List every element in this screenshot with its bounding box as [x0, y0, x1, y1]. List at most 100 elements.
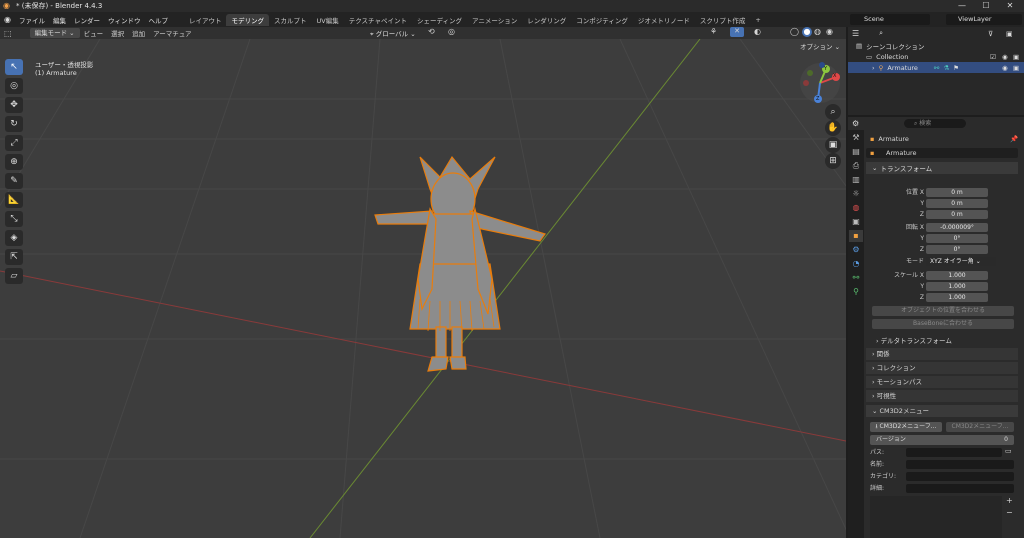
scene-collection-row[interactable]: ▤ シーンコレクション	[848, 40, 1024, 51]
tab-layout[interactable]: レイアウト	[184, 14, 227, 26]
menu-file[interactable]: ファイル	[15, 15, 49, 25]
tab-shading[interactable]: シェーディング	[412, 14, 467, 26]
delta-transform-header[interactable]: › デルタトランスフォーム	[876, 335, 952, 345]
filter-icon[interactable]: ⊽	[988, 30, 993, 38]
new-collection-icon[interactable]: ▣	[1006, 30, 1013, 38]
list-box[interactable]	[870, 496, 1002, 538]
menu-add[interactable]: 追加	[128, 28, 149, 38]
render-tab-icon[interactable]: ▤	[849, 146, 863, 158]
align-basebone-button[interactable]: BaseBoneに合わせる	[872, 319, 1014, 329]
cm3d2-export-button[interactable]: CM3D2メニューフ...	[946, 422, 1014, 432]
shear-tool-icon[interactable]: ▱	[5, 268, 23, 284]
cm3d2-import-button[interactable]: ⭳ CM3D2メニューフ...	[870, 422, 942, 432]
pan-hand-icon[interactable]: ✋	[825, 120, 841, 136]
data-tab-icon[interactable]: ⚲	[849, 286, 863, 298]
remove-item-icon[interactable]: −	[1006, 508, 1013, 517]
scale-y-field[interactable]: 1.000	[926, 282, 988, 291]
scale-z-field[interactable]: 1.000	[926, 293, 988, 302]
rotation-x-field[interactable]: -0.000009°	[926, 223, 988, 232]
object-tab-icon[interactable]: ▪	[849, 230, 863, 242]
category-field[interactable]	[906, 472, 1014, 481]
tool-tab-icon[interactable]: ⚒	[849, 132, 863, 144]
cm3d2-panel-header[interactable]: ⌄ CM3D2メニュー	[866, 405, 1018, 417]
menu-help[interactable]: ヘルプ	[144, 15, 172, 25]
checkbox-icon[interactable]: ☑	[990, 53, 996, 61]
xray-toggle-icon[interactable]: ◐	[754, 27, 761, 36]
rotation-mode-select[interactable]: XYZ オイラー角 ⌄	[926, 257, 996, 266]
bone-size-tool-icon[interactable]: ⤡	[5, 211, 23, 227]
tab-animation[interactable]: アニメーション	[467, 14, 522, 26]
outliner-type-icon[interactable]: ☰	[848, 29, 859, 38]
tab-texture-paint[interactable]: テクスチャペイント	[344, 14, 412, 26]
blender-menu-icon[interactable]: ◉	[0, 15, 15, 24]
camera-icon[interactable]: ▣	[1013, 53, 1019, 61]
overlay-toggle-icon[interactable]: ✕	[730, 27, 744, 37]
select-box-tool-icon[interactable]: ↖	[5, 59, 23, 75]
camera-view-icon[interactable]: ▣	[825, 137, 841, 153]
tab-geometry-nodes[interactable]: ジオメトリノード	[633, 14, 695, 26]
menu-window[interactable]: ウィンドウ	[104, 15, 145, 25]
location-y-field[interactable]: 0 m	[926, 199, 988, 208]
extrude-tool-icon[interactable]: ⇱	[5, 249, 23, 265]
location-z-field[interactable]: 0 m	[926, 210, 988, 219]
scale-x-field[interactable]: 1.000	[926, 271, 988, 280]
gizmo-toggle-icon[interactable]: ⚘	[710, 27, 717, 36]
shading-solid-icon[interactable]: ●	[802, 27, 812, 37]
collections-panel-header[interactable]: › コレクション	[866, 362, 1018, 374]
transform-tool-icon[interactable]: ⊕	[5, 154, 23, 170]
expand-icon[interactable]: ›	[848, 64, 875, 72]
measure-tool-icon[interactable]: 📐	[5, 192, 23, 208]
eye-icon[interactable]: ◉	[1002, 53, 1008, 61]
modifiers-tab-icon[interactable]: ⚙	[849, 244, 863, 256]
tab-uv-editing[interactable]: UV編集	[311, 14, 343, 26]
view-layer-selector[interactable]: ViewLayer	[946, 14, 1022, 25]
snap-icon[interactable]: ⟲	[428, 27, 435, 36]
collection-row[interactable]: ▭ Collection ☑ ◉ ▣	[848, 51, 1024, 62]
editor-type-icon[interactable]: ⬚	[0, 29, 16, 38]
mode-selector[interactable]: 編集モード ⌄	[29, 28, 80, 38]
relations-panel-header[interactable]: › 関係	[866, 348, 1018, 360]
properties-search[interactable]: ⌕ 検索	[904, 119, 966, 128]
output-tab-icon[interactable]: ⎙	[849, 160, 863, 172]
tab-scripting[interactable]: スクリプト作成	[695, 14, 751, 26]
outliner-search-icon[interactable]: ⌕	[879, 29, 883, 38]
menu-armature[interactable]: アーマチュア	[149, 28, 195, 38]
navigation-gizmo[interactable]	[798, 61, 842, 105]
constraints-tab-icon[interactable]: ⚯	[849, 272, 863, 284]
perspective-toggle-icon[interactable]: ⊞	[825, 153, 841, 169]
tab-compositing[interactable]: コンポジティング	[571, 14, 633, 26]
shading-material-icon[interactable]: ◍	[814, 27, 821, 36]
add-item-icon[interactable]: +	[1006, 496, 1013, 505]
tab-sculpt[interactable]: スカルプト	[269, 14, 312, 26]
menu-select[interactable]: 選択	[107, 28, 128, 38]
collection-tab-icon[interactable]: ▣	[849, 216, 863, 228]
version-field[interactable]: バージョン 0	[870, 435, 1014, 445]
close-button[interactable]: ✕	[998, 0, 1022, 12]
pin-icon[interactable]: 📌	[1010, 135, 1018, 143]
menu-view[interactable]: ビュー	[80, 28, 108, 38]
options-button[interactable]: オプション ⌄	[800, 41, 840, 51]
cursor-tool-icon[interactable]: ◎	[5, 78, 23, 94]
add-workspace-button[interactable]: +	[750, 15, 765, 25]
menu-render[interactable]: レンダー	[70, 15, 104, 25]
rotation-y-field[interactable]: 0°	[926, 234, 988, 243]
annotate-tool-icon[interactable]: ✎	[5, 173, 23, 189]
motion-paths-panel-header[interactable]: › モーションパス	[866, 376, 1018, 388]
scene-tab-icon[interactable]: ☼	[849, 188, 863, 200]
eye-icon[interactable]: ◉	[1002, 64, 1008, 72]
transform-panel-header[interactable]: ⌄ トランスフォーム	[866, 162, 1018, 174]
camera-icon[interactable]: ▣	[1013, 64, 1019, 72]
move-tool-icon[interactable]: ✥	[5, 97, 23, 113]
minimize-button[interactable]: —	[950, 0, 974, 12]
rotation-z-field[interactable]: 0°	[926, 245, 988, 254]
properties-type-icon[interactable]: ⚙	[848, 119, 859, 128]
bone-envelope-tool-icon[interactable]: ◈	[5, 230, 23, 246]
armature-row[interactable]: › ⚲ Armature ⚯ ⚗ ⚑ ◉ ▣	[848, 62, 1024, 73]
shading-wireframe-icon[interactable]: ◯	[790, 27, 799, 36]
visibility-panel-header[interactable]: › 可視性	[866, 390, 1018, 402]
object-name-field[interactable]: ▪ Armature	[866, 148, 1018, 158]
zoom-icon[interactable]: ⌕	[825, 104, 841, 120]
path-field[interactable]	[906, 448, 1002, 457]
maximize-button[interactable]: ☐	[974, 0, 998, 12]
location-x-field[interactable]: 0 m	[926, 188, 988, 197]
